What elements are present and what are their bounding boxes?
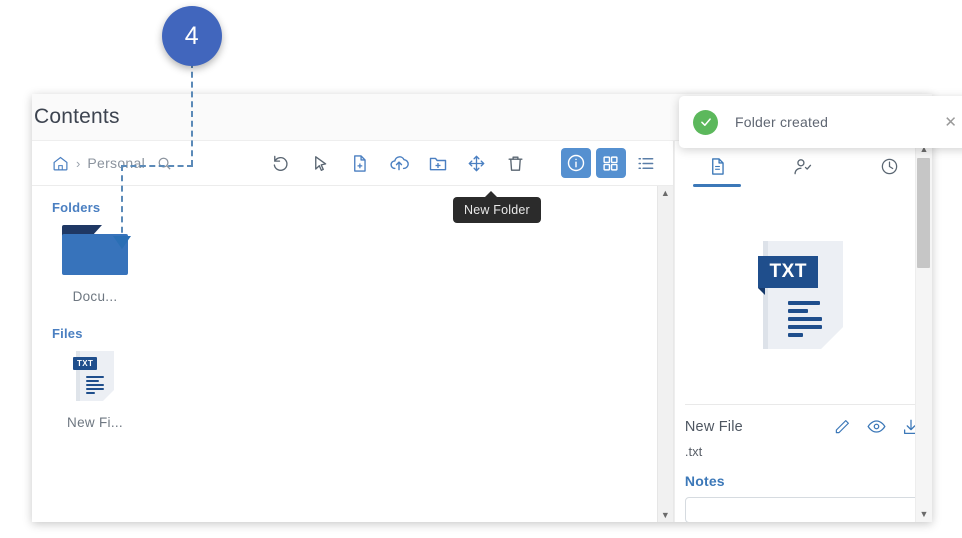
new-file-icon	[350, 154, 369, 173]
upload-button[interactable]	[384, 148, 414, 178]
search-button[interactable]	[157, 156, 172, 171]
document-icon	[708, 157, 727, 176]
move-button[interactable]	[462, 148, 492, 178]
tab-sharing[interactable]	[779, 157, 827, 193]
detail-actions	[833, 417, 920, 436]
list-view-button[interactable]	[631, 148, 661, 178]
toast-message: Folder created	[735, 114, 829, 130]
clock-icon	[880, 157, 899, 176]
detail-pane: TXT New File .txt Notes ▲ ▼	[673, 141, 932, 522]
callout-line-vertical-top	[191, 62, 193, 166]
list-icon	[636, 154, 655, 173]
files-list: TXT New Fi...	[52, 351, 657, 430]
txt-preview-badge: TXT	[758, 255, 819, 295]
breadcrumb-current[interactable]: Personal	[87, 155, 145, 171]
refresh-button[interactable]	[267, 148, 297, 178]
detail-file-name: New File	[684, 418, 743, 435]
select-cursor-button[interactable]	[306, 148, 336, 178]
txt-file-icon: TXT	[73, 351, 114, 401]
grid-icon	[602, 155, 619, 172]
new-folder-icon	[428, 153, 448, 173]
grid-view-button[interactable]	[595, 148, 626, 178]
detail-tabs	[675, 141, 932, 193]
files-section-label: Files	[52, 326, 83, 341]
step-badge: 4	[162, 6, 222, 66]
tab-history-underline	[865, 184, 913, 187]
detail-name-row: New File	[685, 417, 920, 436]
folder-icon	[62, 225, 128, 275]
folder-item-label: Docu...	[72, 289, 118, 304]
callout-arrow-icon	[113, 236, 131, 249]
detail-info: New File .txt Notes	[675, 405, 932, 522]
info-icon	[566, 153, 586, 173]
move-icon	[467, 154, 486, 173]
detail-scroll-down-icon[interactable]: ▼	[920, 510, 929, 519]
refresh-icon	[272, 154, 291, 173]
contents-window: Contents › Personal Folders Docu... File…	[32, 94, 932, 522]
person-check-icon	[793, 157, 813, 177]
file-item[interactable]: TXT New Fi...	[52, 351, 138, 430]
file-item-label: New Fi...	[67, 415, 123, 430]
scroll-up-icon[interactable]: ▲	[661, 189, 670, 198]
tab-sharing-underline	[779, 185, 827, 188]
new-folder-button[interactable]	[423, 148, 453, 178]
txt-file-preview-icon: TXT	[758, 240, 844, 349]
search-icon	[157, 156, 172, 171]
folders-list: Docu...	[52, 225, 657, 304]
eye-icon[interactable]	[867, 417, 886, 436]
cursor-icon	[311, 154, 330, 173]
step-badge-number: 4	[184, 21, 200, 50]
pencil-icon[interactable]	[833, 418, 851, 436]
upload-cloud-icon	[389, 153, 409, 173]
page-title: Contents	[34, 105, 120, 128]
folders-section-label: Folders	[52, 200, 101, 215]
file-grid-scrollbar[interactable]: ▲ ▼	[656, 186, 673, 522]
check-circle-icon	[693, 109, 718, 135]
toolbar-actions	[267, 148, 531, 178]
callout-line-horizontal	[121, 165, 193, 167]
view-toggle-group	[560, 148, 661, 178]
notes-input[interactable]	[684, 497, 920, 522]
tab-details-underline	[693, 184, 742, 187]
detail-file-extension: .txt	[684, 444, 703, 459]
new-file-button[interactable]	[345, 148, 375, 178]
file-preview: TXT	[675, 193, 932, 404]
home-icon[interactable]	[52, 155, 69, 172]
tab-history[interactable]	[865, 157, 913, 193]
delete-button[interactable]	[501, 148, 531, 178]
scrollbar-track[interactable]	[658, 198, 673, 511]
detail-notes-label: Notes	[684, 473, 725, 489]
breadcrumb-separator: ›	[76, 155, 81, 171]
new-folder-tooltip: New Folder	[453, 191, 541, 223]
tab-details[interactable]	[693, 157, 742, 193]
toolbar: › Personal	[32, 141, 673, 186]
callout-line-vertical-bottom	[121, 165, 123, 243]
breadcrumb: › Personal	[52, 155, 145, 172]
detail-pane-scrollbar[interactable]: ▲ ▼	[915, 141, 932, 522]
close-icon[interactable]: ✕	[940, 111, 961, 134]
scroll-down-icon[interactable]: ▼	[661, 511, 670, 520]
txt-badge-label: TXT	[73, 357, 98, 370]
toast-notification: Folder created ✕	[679, 96, 962, 148]
file-browser-pane: › Personal Folders Docu... Files TXT New…	[32, 141, 674, 522]
info-toggle-button[interactable]	[560, 148, 591, 178]
detail-scrollbar-track[interactable]	[916, 154, 932, 510]
trash-icon	[506, 154, 525, 173]
